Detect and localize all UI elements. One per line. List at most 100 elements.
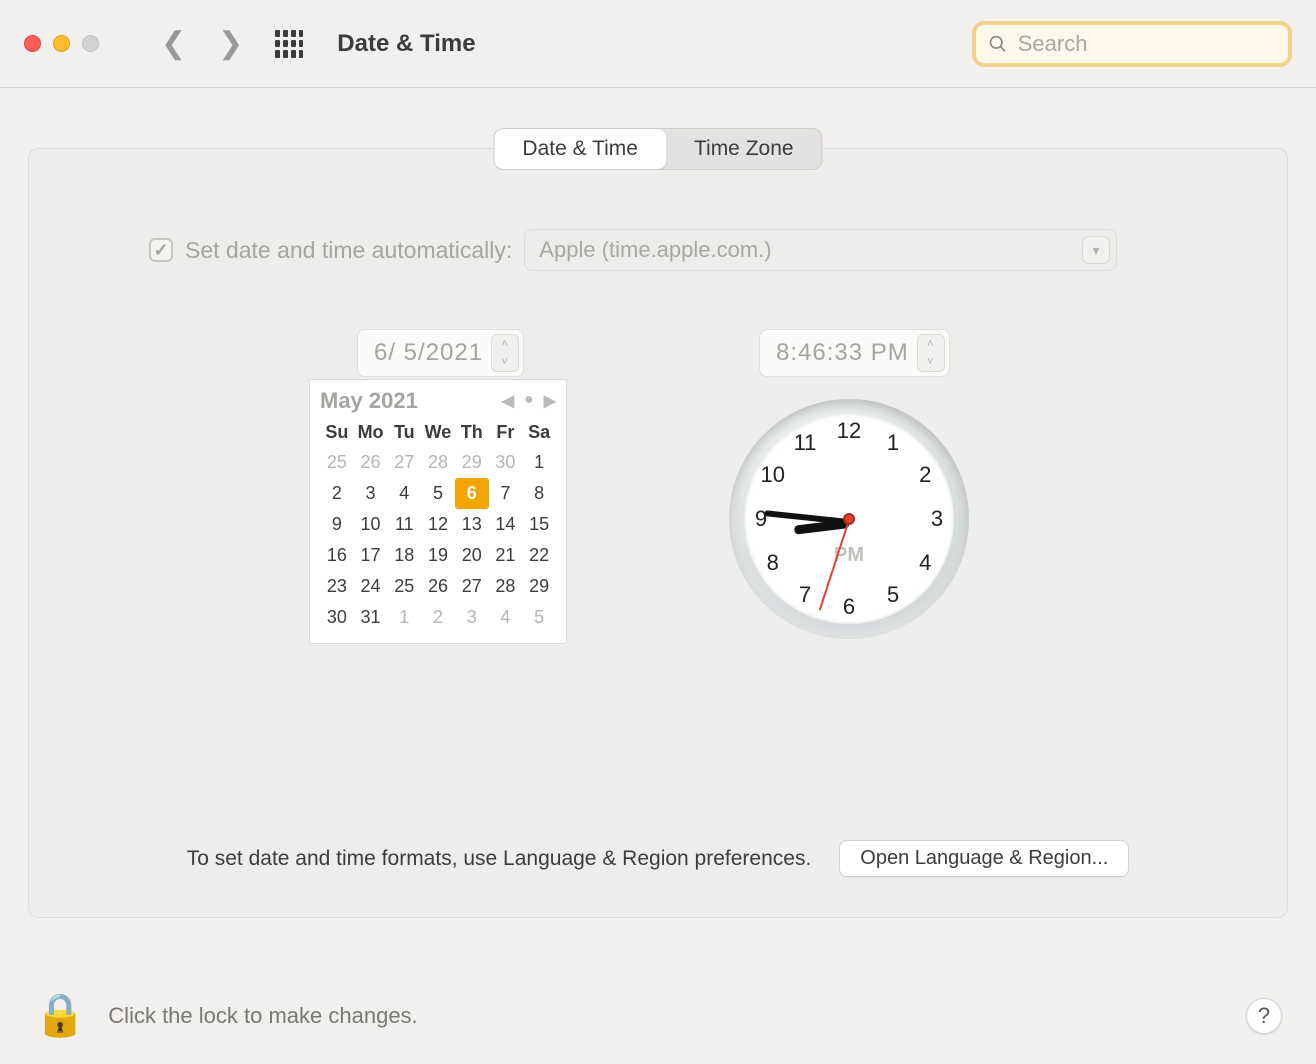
calendar-header: May 2021 ◀ ● ▶: [320, 388, 556, 414]
calendar-day: 11: [387, 509, 421, 540]
calendar-day: 13: [455, 509, 489, 540]
close-window-button[interactable]: [24, 35, 41, 52]
lock-row: 🔒 Click the lock to make changes. ?: [34, 991, 1282, 1040]
calendar: May 2021 ◀ ● ▶ SuMoTuWeThFrSa25262728293…: [309, 379, 567, 644]
content-area: Date & Time Time Zone ✓ Set date and tim…: [0, 88, 1316, 918]
calendar-day: 26: [421, 571, 455, 602]
calendar-day: 7: [489, 478, 523, 509]
clock-number: 12: [835, 418, 863, 444]
calendar-day: 9: [320, 509, 354, 540]
clock-number: 7: [791, 582, 819, 608]
clock-number: 5: [879, 582, 907, 608]
window-title: Date & Time: [337, 30, 475, 58]
calendar-day: 8: [522, 478, 556, 509]
calendar-day: 14: [489, 509, 523, 540]
calendar-day: 12: [421, 509, 455, 540]
calendar-day: 22: [522, 540, 556, 571]
clock-center-pin: [843, 513, 855, 525]
calendar-day: 19: [421, 540, 455, 571]
calendar-day: 25: [387, 571, 421, 602]
tab-date-time[interactable]: Date & Time: [494, 129, 666, 169]
calendar-next-icon: ▶: [544, 391, 556, 411]
format-hint: To set date and time formats, use Langua…: [187, 847, 812, 871]
calendar-day: 16: [320, 540, 354, 571]
calendar-day: 28: [489, 571, 523, 602]
calendar-dow: Mo: [354, 418, 388, 447]
clock-number: 1: [879, 430, 907, 456]
calendar-today-icon: ●: [524, 391, 534, 411]
panel-footer: To set date and time formats, use Langua…: [29, 840, 1287, 877]
auto-set-label: Set date and time automatically:: [185, 237, 512, 264]
time-stepper: 8:46:33 PM ˄˅: [759, 329, 950, 377]
calendar-day: 10: [354, 509, 388, 540]
calendar-dow: We: [421, 418, 455, 447]
calendar-day: 29: [455, 447, 489, 478]
clock-number: 2: [911, 462, 939, 488]
calendar-day: 27: [387, 447, 421, 478]
clock-number: 10: [759, 462, 787, 488]
calendar-day: 24: [354, 571, 388, 602]
calendar-day: 6: [455, 478, 489, 509]
auto-set-row: ✓ Set date and time automatically: Apple…: [149, 229, 1117, 271]
calendar-day: 23: [320, 571, 354, 602]
tab-time-zone[interactable]: Time Zone: [666, 129, 822, 169]
calendar-day: 18: [387, 540, 421, 571]
calendar-day: 25: [320, 447, 354, 478]
clock-number: 6: [835, 594, 863, 620]
forward-button: ❯: [208, 26, 253, 61]
search-field[interactable]: [972, 21, 1292, 67]
calendar-day: 20: [455, 540, 489, 571]
show-all-icon[interactable]: [275, 30, 303, 58]
search-icon: [988, 33, 1008, 55]
date-stepper: 6/ 5/2021 ˄˅: [357, 329, 524, 377]
calendar-day: 5: [421, 478, 455, 509]
time-server-combo: Apple (time.apple.com.) ▾: [524, 229, 1117, 271]
clock-number: 11: [791, 430, 819, 456]
calendar-day: 4: [489, 602, 523, 633]
auto-set-checkbox: ✓: [149, 238, 173, 262]
calendar-prev-icon: ◀: [502, 391, 514, 411]
calendar-day: 26: [354, 447, 388, 478]
minimize-window-button[interactable]: [53, 35, 70, 52]
calendar-day: 31: [354, 602, 388, 633]
calendar-dow: Fr: [489, 418, 523, 447]
back-button[interactable]: ❮: [151, 26, 196, 61]
calendar-grid: SuMoTuWeThFrSa25262728293012345678910111…: [320, 418, 556, 633]
calendar-dow: Th: [455, 418, 489, 447]
calendar-day: 2: [320, 478, 354, 509]
calendar-day: 1: [522, 447, 556, 478]
calendar-day: 27: [455, 571, 489, 602]
clock-number: 4: [911, 550, 939, 576]
clock-number: 8: [759, 550, 787, 576]
titlebar: ❮ ❯ Date & Time: [0, 0, 1316, 88]
clock-number: 3: [923, 506, 951, 532]
analog-clock: PM 121234567891011: [729, 399, 969, 639]
tab-bar: Date & Time Time Zone: [493, 128, 822, 170]
lock-icon[interactable]: 🔒: [34, 991, 86, 1040]
calendar-dow: Sa: [522, 418, 556, 447]
help-button[interactable]: ?: [1246, 998, 1282, 1034]
zoom-window-button: [82, 35, 99, 52]
chevron-down-icon: ▾: [1082, 236, 1110, 264]
calendar-day: 30: [489, 447, 523, 478]
calendar-day: 15: [522, 509, 556, 540]
time-value: 8:46:33 PM: [776, 339, 909, 367]
window-controls: [24, 35, 99, 52]
clock-face: PM 121234567891011: [744, 414, 954, 624]
time-server-value: Apple (time.apple.com.): [539, 237, 771, 263]
calendar-day: 28: [421, 447, 455, 478]
date-spinner: ˄˅: [491, 334, 519, 372]
calendar-day: 3: [354, 478, 388, 509]
calendar-nav: ◀ ● ▶: [502, 391, 556, 411]
calendar-day: 5: [522, 602, 556, 633]
calendar-day: 17: [354, 540, 388, 571]
open-language-region-button[interactable]: Open Language & Region...: [839, 840, 1129, 877]
calendar-day: 29: [522, 571, 556, 602]
time-spinner: ˄˅: [917, 334, 945, 372]
date-value: 6/ 5/2021: [374, 339, 483, 367]
calendar-day: 3: [455, 602, 489, 633]
calendar-day: 4: [387, 478, 421, 509]
search-input[interactable]: [1018, 31, 1276, 57]
lock-hint: Click the lock to make changes.: [108, 1003, 417, 1029]
clock-number: 9: [747, 506, 775, 532]
